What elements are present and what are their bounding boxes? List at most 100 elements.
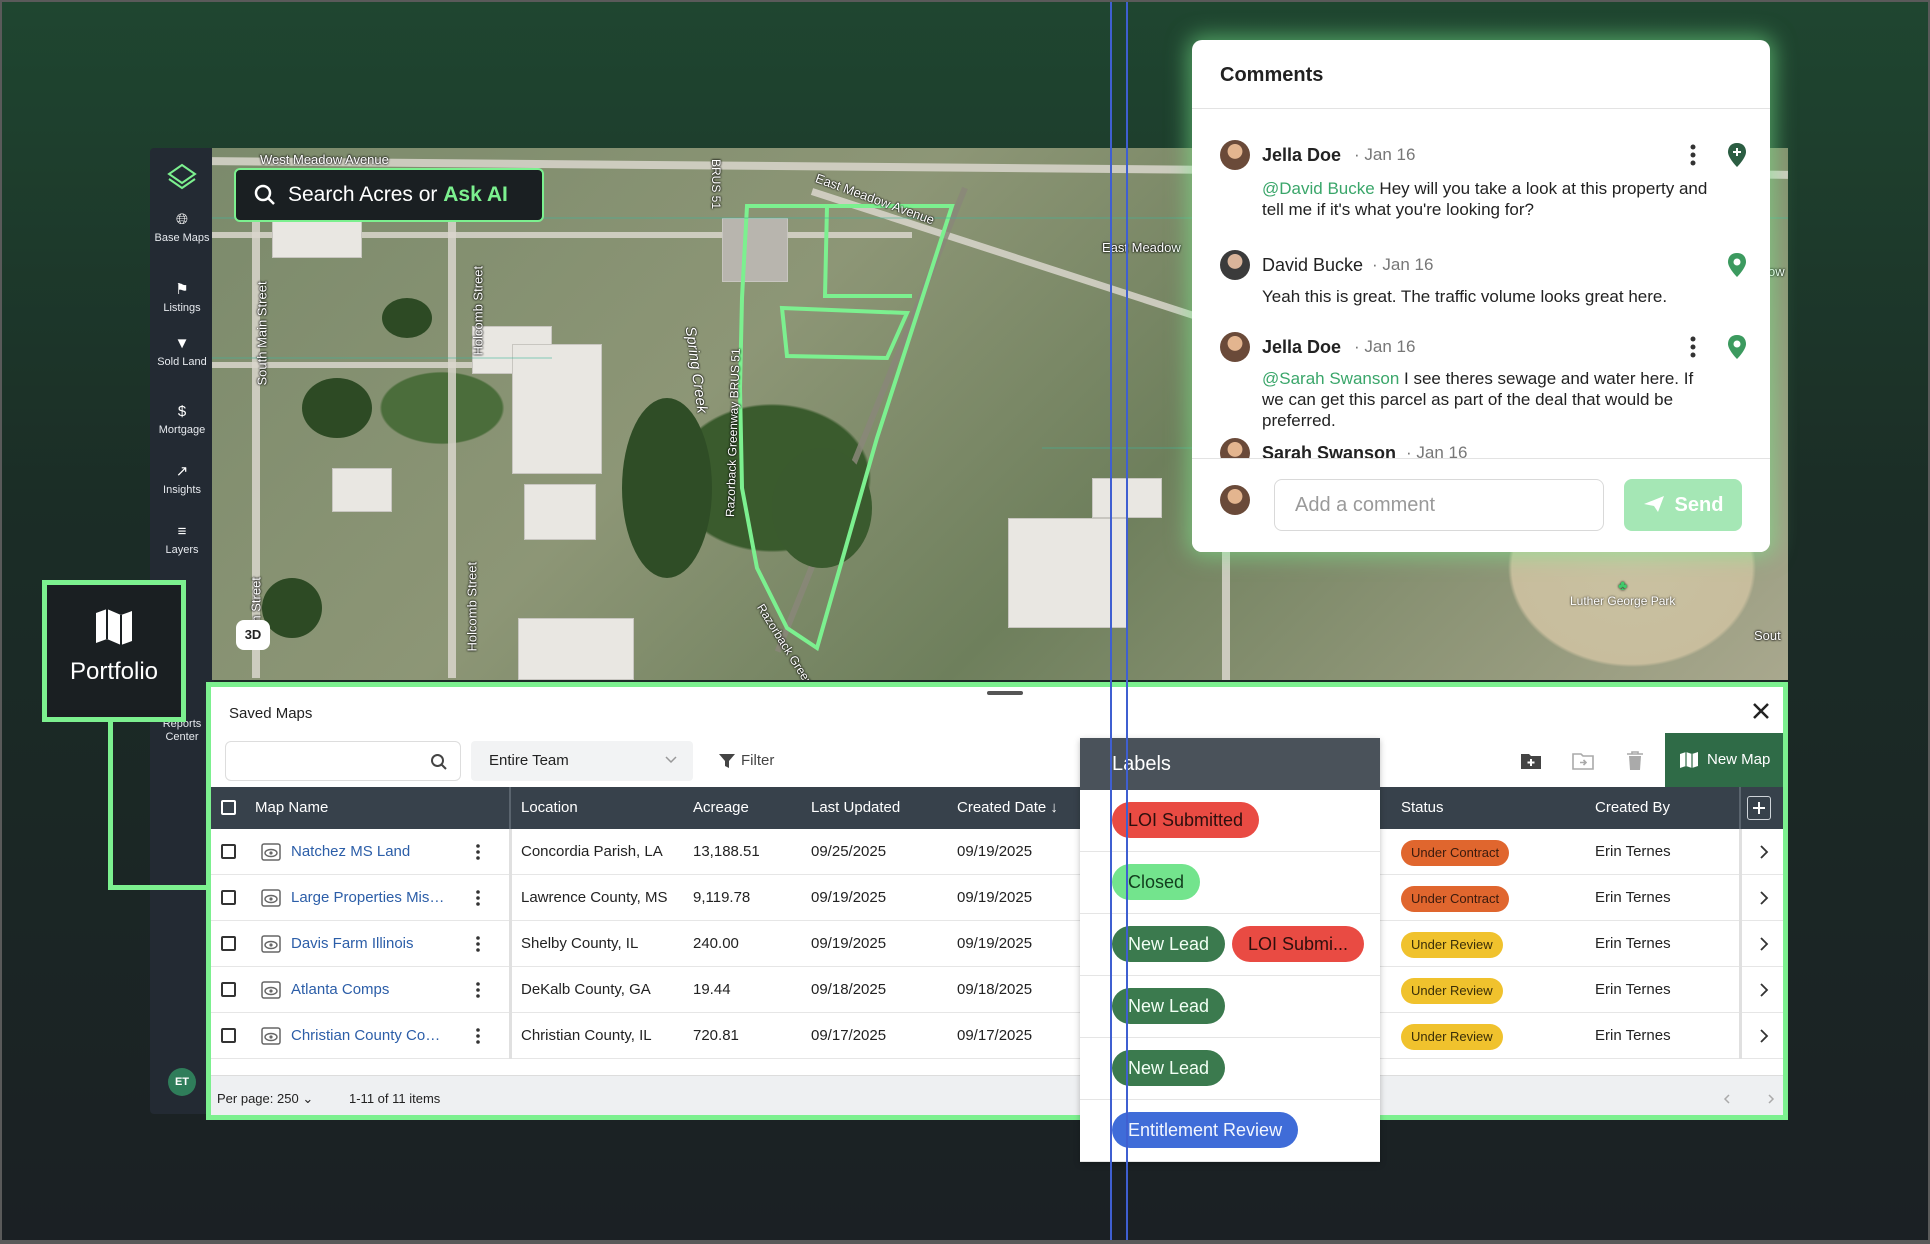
row-checkbox[interactable]: [221, 982, 236, 997]
chevron-right-icon[interactable]: [1759, 845, 1769, 859]
per-page-select[interactable]: Per page: 250 ⌄: [217, 1076, 313, 1115]
column-header[interactable]: Acreage: [693, 787, 749, 829]
more-vert-icon[interactable]: [475, 981, 481, 999]
rail-item-insights[interactable]: ↗ Insights: [150, 464, 214, 497]
label-chip[interactable]: LOI Submi...: [1232, 926, 1365, 962]
column-divider: [509, 967, 512, 1013]
avatar[interactable]: [1220, 140, 1250, 170]
portfolio-callout[interactable]: Portfolio: [42, 580, 186, 722]
more-vert-icon[interactable]: [475, 935, 481, 953]
map-name-link[interactable]: Atlanta Comps: [291, 967, 461, 1013]
row-checkbox[interactable]: [221, 844, 236, 859]
rail-item-label: Mortgage: [158, 424, 206, 436]
map-name-link[interactable]: Natchez MS Land: [291, 829, 461, 875]
items-count: 1-11 of 11 items: [349, 1091, 441, 1106]
trash-icon[interactable]: [1623, 749, 1647, 773]
add-column-button[interactable]: [1747, 796, 1771, 820]
new-folder-icon[interactable]: [1519, 749, 1543, 773]
table-row[interactable]: Large Properties Mis… Lawrence County, MS…: [211, 875, 1783, 921]
chevron-right-icon[interactable]: [1759, 983, 1769, 997]
send-button[interactable]: Send: [1624, 479, 1742, 531]
move-to-folder-icon[interactable]: [1571, 749, 1595, 773]
select-all-checkbox[interactable]: [221, 800, 236, 815]
label-row[interactable]: Entitlement Review: [1080, 1100, 1380, 1162]
created-date-cell: 09/19/2025: [957, 889, 1033, 906]
label-row[interactable]: Closed: [1080, 852, 1380, 914]
mention[interactable]: @David Bucke: [1262, 179, 1375, 198]
more-vert-icon[interactable]: [475, 1027, 481, 1045]
location-pin-icon[interactable]: [1726, 252, 1748, 278]
label-chip[interactable]: New Lead: [1112, 988, 1226, 1024]
column-header[interactable]: Location: [521, 787, 578, 829]
rail-item-mortgage[interactable]: $ Mortgage: [150, 404, 214, 437]
column-header[interactable]: Last Updated: [811, 787, 900, 829]
rail-item-listings[interactable]: ⚑ Listings: [150, 282, 214, 315]
label-chip[interactable]: LOI Submitted: [1112, 802, 1260, 838]
more-vert-icon[interactable]: [475, 889, 481, 907]
eye-icon[interactable]: [261, 843, 281, 861]
eye-icon[interactable]: [261, 935, 281, 953]
status-badge: Under Contract: [1401, 886, 1510, 912]
filter-button[interactable]: Filter: [713, 741, 803, 781]
send-label: Send: [1674, 494, 1724, 516]
rail-item-sold-land[interactable]: ▼ Sold Land: [150, 336, 214, 369]
avatar[interactable]: [1220, 332, 1250, 362]
chevron-left-icon[interactable]: [1723, 1094, 1731, 1104]
column-header[interactable]: Created Date ↓: [957, 787, 1058, 829]
drag-handle[interactable]: [987, 691, 1023, 695]
chevron-right-icon[interactable]: [1759, 937, 1769, 951]
comment-author: David Bucke: [1262, 255, 1364, 275]
add-location-pin-icon[interactable]: [1726, 142, 1748, 168]
row-checkbox[interactable]: [221, 1028, 236, 1043]
street-label: Holcomb Street: [470, 265, 486, 356]
eye-icon[interactable]: [261, 1027, 281, 1045]
comment-body: Yeah this is great. The traffic volume l…: [1262, 287, 1668, 306]
more-vert-icon[interactable]: [475, 843, 481, 861]
mention[interactable]: @Sarah Swanson: [1262, 369, 1399, 388]
map-name-link[interactable]: Davis Farm Illinois: [291, 921, 461, 967]
ask-ai-label: Ask AI: [443, 183, 508, 206]
search-input[interactable]: [225, 741, 461, 781]
new-map-button[interactable]: New Map: [1665, 733, 1783, 787]
logo-icon[interactable]: [166, 162, 198, 194]
rail-item-label: Sold Land: [157, 356, 207, 368]
avatar[interactable]: [1220, 438, 1250, 458]
table-row[interactable]: Davis Farm Illinois Shelby County, IL 240.…: [211, 921, 1783, 967]
rail-item-layers[interactable]: ≡ Layers: [150, 524, 214, 557]
location-pin-icon[interactable]: [1726, 334, 1748, 360]
label-chip[interactable]: New Lead: [1112, 1050, 1226, 1086]
label-row[interactable]: New Lead LOI Submi...: [1080, 914, 1380, 976]
avatar[interactable]: [1220, 250, 1250, 280]
more-vert-icon[interactable]: [1688, 143, 1698, 167]
column-header[interactable]: Created By: [1595, 787, 1670, 829]
label-chip[interactable]: New Lead: [1112, 926, 1226, 962]
chevron-right-icon[interactable]: [1759, 1029, 1769, 1043]
chevron-right-icon[interactable]: [1767, 1094, 1775, 1104]
map-name-link[interactable]: Christian County Co…: [291, 1013, 461, 1059]
table-row[interactable]: Christian County Co… Christian County, IL…: [211, 1013, 1783, 1059]
user-avatar[interactable]: ET: [168, 1068, 196, 1096]
table-row[interactable]: Natchez MS Land Concordia Parish, LA 13,18…: [211, 829, 1783, 875]
column-header-label: Created Date: [957, 799, 1047, 816]
map-search-bar[interactable]: Search Acres or Ask AI: [234, 168, 544, 222]
close-icon[interactable]: [1749, 699, 1773, 723]
label-row[interactable]: New Lead: [1080, 1038, 1380, 1100]
row-checkbox[interactable]: [221, 890, 236, 905]
map-name-link[interactable]: Large Properties Mis…: [291, 875, 461, 921]
team-select[interactable]: Entire Team: [471, 741, 693, 781]
rail-item-base-maps[interactable]: 🌐︎ Base Maps: [150, 212, 214, 245]
row-checkbox[interactable]: [221, 936, 236, 951]
eye-icon[interactable]: [261, 889, 281, 907]
label-row[interactable]: LOI Submitted: [1080, 790, 1380, 852]
eye-icon[interactable]: [261, 981, 281, 999]
table-row[interactable]: Atlanta Comps DeKalb County, GA 19.44 09/18…: [211, 967, 1783, 1013]
more-vert-icon[interactable]: [1688, 335, 1698, 359]
column-header[interactable]: Map Name: [255, 787, 328, 829]
column-header[interactable]: Status: [1401, 787, 1444, 829]
label-row[interactable]: New Lead: [1080, 976, 1380, 1038]
toggle-3d-button[interactable]: 3D: [236, 620, 270, 650]
comment-input[interactable]: Add a comment: [1274, 479, 1604, 531]
comment-author: Sarah Swanson: [1262, 443, 1397, 458]
chevron-right-icon[interactable]: [1759, 891, 1769, 905]
label-chip[interactable]: Entitlement Review: [1112, 1112, 1299, 1148]
